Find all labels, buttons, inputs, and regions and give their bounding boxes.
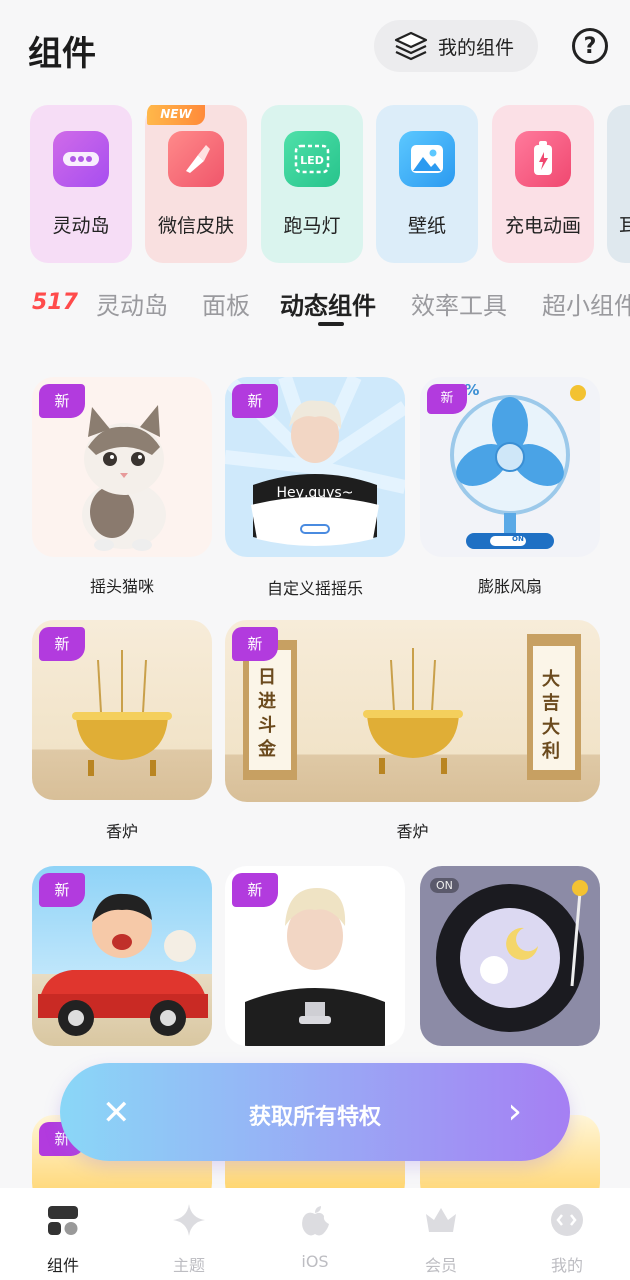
category-label: 微信皮肤 <box>157 215 234 237</box>
category-label: 充电动画 <box>504 215 581 237</box>
help-button[interactable]: ? <box>572 28 608 64</box>
my-widgets-label: 我的组件 <box>438 36 515 59</box>
nav-ios[interactable]: iOS <box>252 1188 378 1280</box>
nav-label: iOS <box>301 1252 329 1271</box>
widget-card-incense-burner-small[interactable]: 新 <box>32 620 212 800</box>
category-marquee[interactable]: LED 跑马灯 <box>261 105 363 263</box>
nav-label: 我的 <box>550 1256 583 1275</box>
nav-widgets[interactable]: 组件 <box>0 1188 126 1280</box>
category-earphone[interactable]: 耳 <box>607 105 630 263</box>
new-tag: 新 <box>427 384 467 414</box>
category-carousel[interactable]: 灵动岛 NEW 微信皮肤 LED 跑马灯 壁纸 充电动画 耳 <box>0 105 630 265</box>
widget-card-car-boy[interactable]: 新 <box>32 866 212 1046</box>
brand-logo[interactable]: 517 <box>32 290 78 315</box>
widget-title: 香炉 <box>396 822 429 841</box>
active-tab-indicator <box>318 322 344 326</box>
tab-mini-widgets[interactable]: 超小组件 <box>542 286 630 321</box>
category-label: 壁纸 <box>407 215 446 237</box>
nav-label: 组件 <box>46 1256 79 1275</box>
new-tag: 新 <box>39 384 85 418</box>
category-wallpaper[interactable]: 壁纸 <box>376 105 478 263</box>
nav-membership[interactable]: 会员 <box>378 1188 504 1280</box>
category-charging-animation[interactable]: 充电动画 <box>492 105 594 263</box>
new-tag: 新 <box>39 627 85 661</box>
widget-card-record-player[interactable]: ON <box>420 866 600 1046</box>
shaker-overlay-text: Hey,guys~ <box>276 485 354 501</box>
record-player-image <box>436 880 588 1032</box>
widget-title: 香炉 <box>105 822 138 841</box>
nav-themes[interactable]: 主题 <box>126 1188 252 1280</box>
tab-bar[interactable]: 517 灵动岛 面板 动态组件 效率工具 超小组件 <box>0 282 630 332</box>
widget-card-inflating-fan[interactable]: 0% ON 新 <box>420 377 600 557</box>
widget-title: 自定义摇摇乐 <box>266 579 363 598</box>
bottom-nav: 组件 主题 iOS 会员 我的 <box>0 1188 630 1280</box>
svg-text:LED: LED <box>300 154 324 167</box>
header: 组件 我的组件 ? <box>0 0 630 96</box>
apple-icon <box>302 1206 329 1236</box>
category-label: 耳 <box>619 215 630 237</box>
record-switch-label: ON <box>430 878 459 893</box>
widget-card-incense-burner-wide[interactable]: 日进斗金 大吉大利 新 <box>225 620 600 802</box>
profile-icon <box>551 1204 583 1236</box>
new-tag: 新 <box>232 627 278 661</box>
nav-label: 会员 <box>424 1256 457 1275</box>
widget-title: 膨胀风扇 <box>477 577 542 596</box>
widget-card-portrait[interactable]: 新 <box>225 866 405 1046</box>
layers-icon <box>394 31 428 61</box>
battery-icon <box>515 131 571 187</box>
help-icon: ? <box>583 33 597 59</box>
nav-label: 主题 <box>172 1256 205 1275</box>
scroll-left-text: 日进斗金 <box>258 667 276 760</box>
widget-card-shaking-cat[interactable]: 新 <box>32 377 212 557</box>
fan-switch-label: ON <box>512 535 524 543</box>
category-label: 灵动岛 <box>52 215 110 237</box>
new-badge: NEW <box>147 105 205 125</box>
dynamic-island-icon <box>53 131 109 187</box>
new-tag: 新 <box>232 384 278 418</box>
tab-dynamic-island[interactable]: 灵动岛 <box>96 286 168 321</box>
get-all-privileges-banner[interactable]: ✕ 获取所有特权 › <box>60 1063 570 1161</box>
brush-icon <box>168 131 224 187</box>
new-tag: 新 <box>39 873 85 907</box>
my-widgets-button[interactable]: 我的组件 <box>374 20 538 72</box>
widget-card-custom-shaker[interactable]: 新 Hey,guys~ <box>225 377 405 557</box>
category-label: 跑马灯 <box>283 215 341 237</box>
tab-efficiency-tools[interactable]: 效率工具 <box>411 286 507 321</box>
category-wechat-skin[interactable]: NEW 微信皮肤 <box>145 105 247 263</box>
scroll-right-text: 大吉大利 <box>542 669 560 762</box>
new-tag: 新 <box>232 873 278 907</box>
led-icon: LED <box>284 131 340 187</box>
tab-panel[interactable]: 面板 <box>202 286 250 321</box>
widget-title: 摇头猫咪 <box>89 577 154 596</box>
chevron-right-icon: › <box>507 1091 522 1132</box>
category-dynamic-island[interactable]: 灵动岛 <box>30 105 132 263</box>
sparkle-icon <box>173 1204 205 1236</box>
get-all-privileges-label: 获取所有特权 <box>248 1105 381 1130</box>
page-title: 组件 <box>28 34 96 74</box>
nav-profile[interactable]: 我的 <box>504 1188 630 1280</box>
crown-icon <box>426 1208 456 1232</box>
tab-dynamic-widgets[interactable]: 动态组件 <box>280 286 376 321</box>
image-icon <box>399 131 455 187</box>
widgets-icon <box>48 1206 78 1235</box>
